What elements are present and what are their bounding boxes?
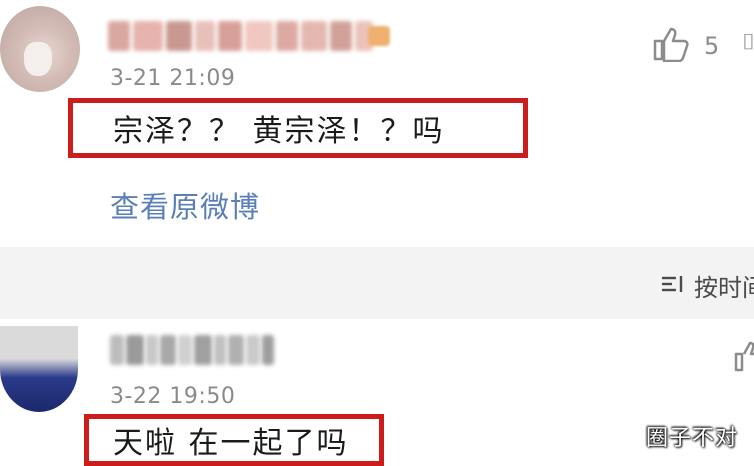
- like-button[interactable]: 5: [652, 26, 719, 66]
- comment-text: 天啦 在一起了吗: [113, 426, 349, 461]
- comment-text: 宗泽？？ 黄宗泽！？吗: [113, 114, 445, 149]
- username-blurred[interactable]: [108, 18, 398, 54]
- comment-text-highlight: 宗泽？？ 黄宗泽！？吗: [68, 98, 528, 158]
- avatar[interactable]: [0, 6, 80, 92]
- thumbs-up-icon: [734, 341, 754, 378]
- comment-text-highlight: 天啦 在一起了吗: [84, 414, 384, 466]
- username-blurred[interactable]: [110, 330, 320, 370]
- view-original-link[interactable]: 查看原微博: [110, 184, 260, 226]
- thumbs-up-icon: [652, 26, 690, 66]
- avatar[interactable]: [0, 326, 78, 412]
- sort-label: 按时间: [694, 274, 754, 302]
- sort-button[interactable]: 按时间: [660, 268, 754, 303]
- like-button[interactable]: [734, 340, 754, 378]
- comment-timestamp: 3-22 19:50: [110, 384, 236, 409]
- like-count: 5: [704, 32, 720, 60]
- sort-icon: [660, 272, 686, 300]
- user-badge-icon: [368, 26, 390, 46]
- more-icon[interactable]: ⌷: [742, 30, 754, 55]
- watermark: 圈子不对: [646, 426, 739, 451]
- comment-timestamp: 3-21 21:09: [110, 66, 236, 91]
- section-divider: [0, 247, 754, 319]
